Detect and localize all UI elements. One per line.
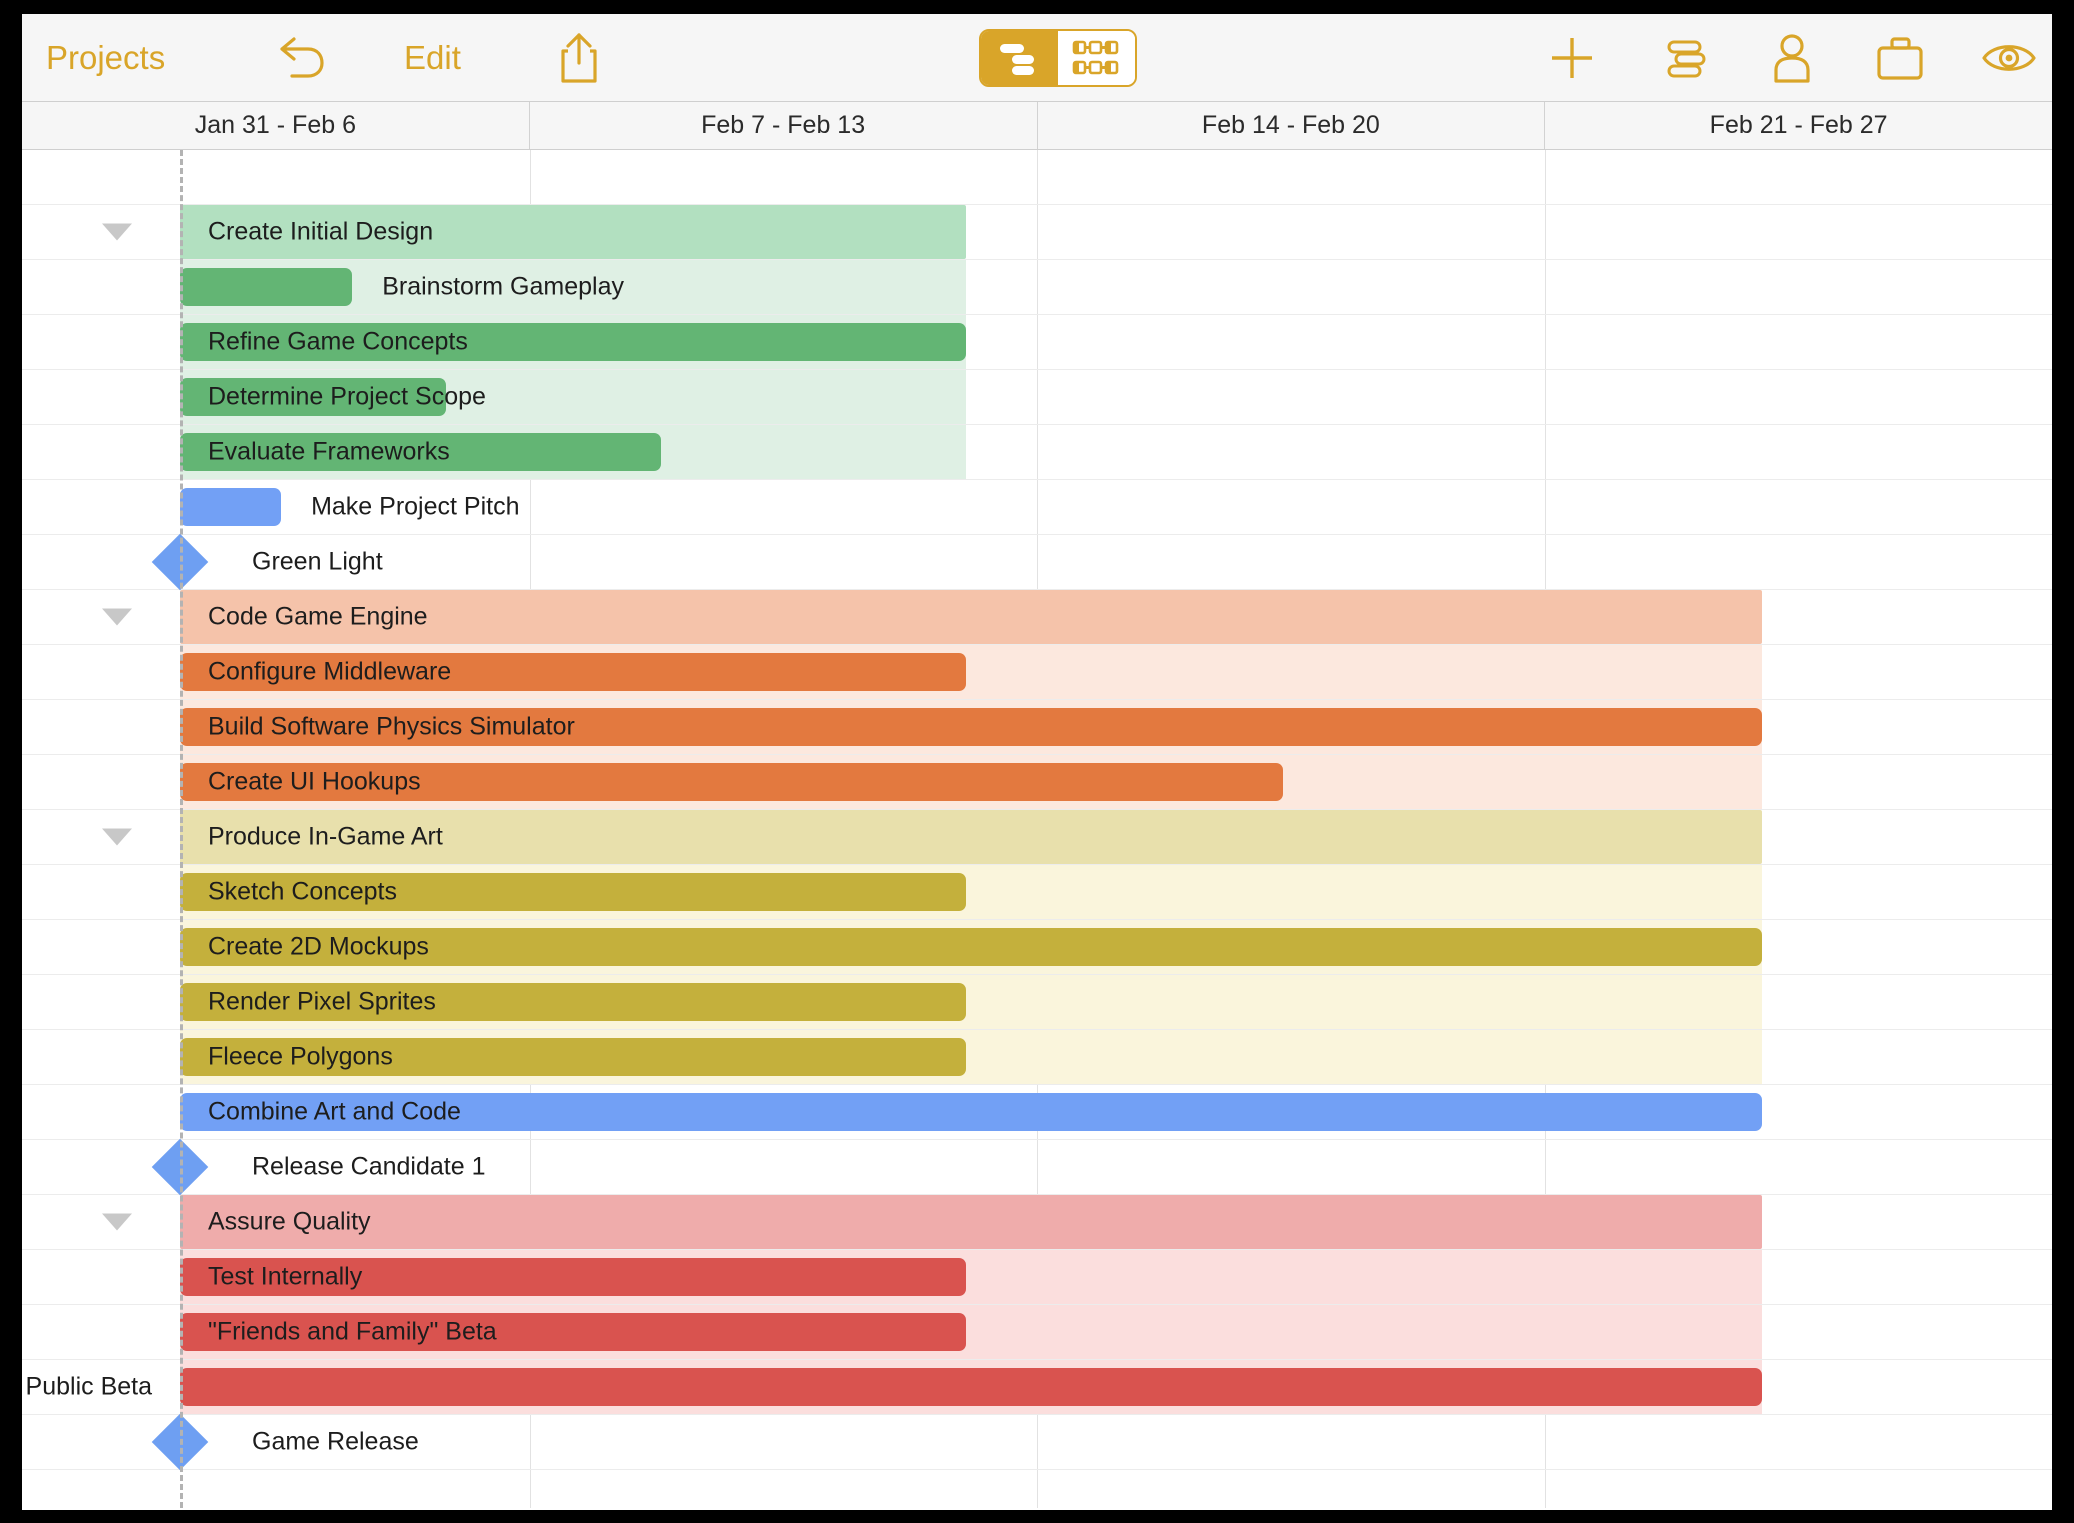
gantt-view-icon[interactable] <box>981 30 1058 85</box>
task-label: Build Software Physics Simulator <box>208 712 575 741</box>
today-marker-line <box>180 150 183 1508</box>
task-row[interactable]: Render Pixel Sprites <box>22 975 2052 1030</box>
task-label: Determine Project Scope <box>208 382 486 411</box>
task-label: Create Initial Design <box>208 217 434 246</box>
task-row[interactable]: Produce In-Game Art <box>22 810 2052 865</box>
network-view-icon[interactable] <box>1058 30 1135 85</box>
task-label: Code Game Engine <box>208 602 428 631</box>
week-column-header[interactable]: Feb 14 - Feb 20 <box>1038 102 1546 149</box>
task-label: Assure Quality <box>208 1207 371 1236</box>
task-row[interactable]: Refine Game Concepts <box>22 315 2052 370</box>
task-label: "Friends and Family" Beta <box>208 1317 497 1346</box>
task-row[interactable]: "Friends and Family" Beta <box>22 1305 2052 1360</box>
view-mode-segmented-control[interactable] <box>979 28 1137 87</box>
group-disclosure-triangle[interactable] <box>102 1213 132 1231</box>
task-row[interactable]: Code Game Engine <box>22 590 2052 645</box>
task-row[interactable]: Public Beta <box>22 1360 2052 1415</box>
app-canvas: Projects Edit Jan 31 - Feb 6 Feb 7 - Feb… <box>22 14 2052 1510</box>
task-bar[interactable] <box>180 1368 1762 1406</box>
eye-icon[interactable] <box>1980 36 2038 80</box>
task-label: Render Pixel Sprites <box>208 987 436 1016</box>
milestone-row[interactable]: Release Candidate 1 <box>22 1138 2052 1196</box>
task-label: Make Project Pitch <box>311 492 520 521</box>
milestone-label: Game Release <box>252 1427 419 1456</box>
undo-arrow-icon[interactable] <box>274 35 326 81</box>
milestone-label: Green Light <box>252 547 383 576</box>
task-row[interactable]: Evaluate Frameworks <box>22 425 2052 480</box>
person-icon[interactable] <box>1766 31 1818 85</box>
task-row[interactable]: Configure Middleware <box>22 645 2052 700</box>
empty-row <box>22 1470 2052 1510</box>
briefcase-icon[interactable] <box>1872 32 1928 84</box>
task-row[interactable]: Determine Project Scope <box>22 370 2052 425</box>
task-label: Create UI Hookups <box>208 767 421 796</box>
task-bar[interactable] <box>180 488 282 526</box>
week-column-header[interactable]: Jan 31 - Feb 6 <box>22 102 530 149</box>
task-row[interactable]: Assure Quality <box>22 1195 2052 1250</box>
plus-icon[interactable] <box>1546 32 1598 84</box>
task-label: Evaluate Frameworks <box>208 437 450 466</box>
task-label: Public Beta <box>25 1372 152 1401</box>
group-disclosure-triangle[interactable] <box>102 223 132 241</box>
task-bar[interactable] <box>180 268 353 306</box>
task-list-icon[interactable] <box>1660 32 1712 84</box>
task-label: Test Internally <box>208 1262 363 1291</box>
task-row[interactable]: Combine Art and Code <box>22 1085 2052 1140</box>
task-label: Combine Art and Code <box>208 1097 461 1126</box>
gantt-chart-canvas[interactable]: Create Initial Design Brainstorm Gameplay… <box>22 150 2052 1508</box>
milestone-row[interactable]: Green Light <box>22 533 2052 591</box>
task-label: Refine Game Concepts <box>208 327 468 356</box>
task-row[interactable]: Create 2D Mockups <box>22 920 2052 975</box>
task-row[interactable]: Make Project Pitch <box>22 480 2052 535</box>
task-row[interactable]: Fleece Polygons <box>22 1030 2052 1085</box>
task-label: Produce In-Game Art <box>208 822 443 851</box>
share-upload-icon[interactable] <box>556 31 602 85</box>
empty-row <box>22 150 2052 205</box>
milestone-row[interactable]: Game Release <box>22 1413 2052 1471</box>
task-label: Sketch Concepts <box>208 877 397 906</box>
week-column-header[interactable]: Feb 21 - Feb 27 <box>1545 102 2052 149</box>
task-row[interactable]: Create Initial Design <box>22 205 2052 260</box>
task-row[interactable]: Brainstorm Gameplay <box>22 260 2052 315</box>
toolbar: Projects Edit <box>22 14 2052 102</box>
edit-button[interactable]: Edit <box>404 39 461 77</box>
group-disclosure-triangle[interactable] <box>102 828 132 846</box>
task-label: Brainstorm Gameplay <box>382 272 624 301</box>
task-label: Fleece Polygons <box>208 1042 393 1071</box>
task-row[interactable]: Create UI Hookups <box>22 755 2052 810</box>
task-row[interactable]: Build Software Physics Simulator <box>22 700 2052 755</box>
group-disclosure-triangle[interactable] <box>102 608 132 626</box>
task-label: Configure Middleware <box>208 657 452 686</box>
app-window: Projects Edit Jan 31 - Feb 6 Feb 7 - Feb… <box>0 0 2074 1523</box>
back-to-projects-button[interactable]: Projects <box>46 39 165 77</box>
milestone-label: Release Candidate 1 <box>252 1152 486 1181</box>
summary-bar[interactable] <box>180 1195 1762 1249</box>
task-row[interactable]: Sketch Concepts <box>22 865 2052 920</box>
week-column-header[interactable]: Feb 7 - Feb 13 <box>530 102 1038 149</box>
timeline-week-header: Jan 31 - Feb 6 Feb 7 - Feb 13 Feb 14 - F… <box>22 102 2052 150</box>
task-row[interactable]: Test Internally <box>22 1250 2052 1305</box>
task-label: Create 2D Mockups <box>208 932 429 961</box>
